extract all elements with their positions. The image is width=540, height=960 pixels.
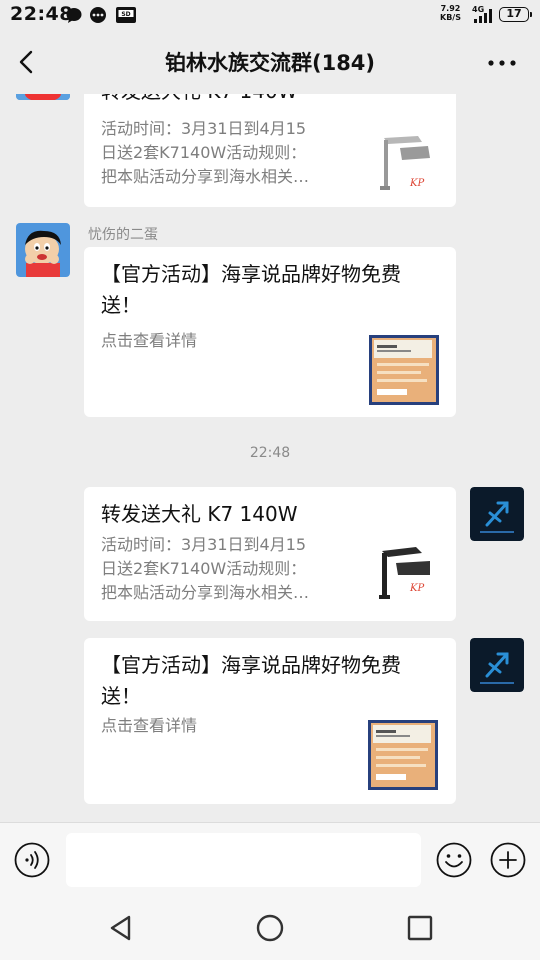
aquarium-light-image: KP [370,541,440,611]
page-title: 铂林水族交流群(184) [164,51,376,75]
card-desc-line: 点击查看详情 [101,716,198,735]
nav-back-button[interactable] [105,912,137,944]
card-thumbnail: KP [370,541,440,611]
sender-name: 忧伤的二蛋 [88,227,158,243]
nav-home-button[interactable] [254,912,286,944]
battery-level: 17 [506,7,522,20]
promo-poster-image [368,720,438,790]
promo-poster-image [369,335,439,405]
plus-icon [490,842,526,878]
card-title: 转发送大礼 K7 140W [101,502,298,526]
card-thumbnail [369,335,439,405]
brand-logo-text: KP [409,583,424,594]
link-card[interactable]: 转发送大礼 K7 140W 活动时间：3月31日到4月15 日送2套K7140W… [84,94,456,207]
avatar[interactable] [16,223,70,277]
card-title: 转发送大礼 K7 140W [101,94,436,107]
emoji-icon [436,842,472,878]
card-desc: 活动时间：3月31日到4月15 日送2套K7140W活动规则： 把本贴活动分享到… [101,533,309,605]
more-button[interactable] [482,46,522,80]
card-thumbnail: KP [370,128,440,198]
square-recents-icon [407,915,433,941]
card-desc: 活动时间：3月31日到4月15 日送2套K7140W活动规则： 把本贴活动分享到… [101,117,309,189]
card-title: 【官方活动】海享说品牌好物免费送！ [101,262,401,317]
status-time: 22:48 [10,3,73,25]
voice-button[interactable] [14,842,50,878]
card-desc-line: 活动时间：3月31日到4月15 [101,535,307,554]
avatar[interactable] [470,487,524,541]
card-desc-line: 把本贴活动分享到海水相关… [101,583,310,602]
network-speed-unit: KB/S [440,13,461,22]
message-input[interactable] [66,833,421,887]
sagittarius-avatar-icon [470,487,524,541]
more-dots-icon [488,60,516,66]
avatar[interactable] [16,94,70,100]
card-desc: 点击查看详情 [101,329,197,353]
sd-card-icon: SD [116,7,136,23]
card-desc: 点击查看详情 [101,714,197,738]
brand-logo-text: KP [409,178,424,189]
cartoon-avatar-icon [16,94,70,100]
voice-icon [14,842,50,878]
cartoon-avatar-icon [16,223,70,277]
sagittarius-avatar-icon [470,638,524,692]
message-dots-icon [90,7,106,23]
network-speed: 7.92 KB/S [440,4,461,22]
chat-header: 铂林水族交流群(184) [0,30,540,94]
link-card[interactable]: 【官方活动】海享说品牌好物免费送！ 点击查看详情 [84,638,456,804]
system-nav-bar [0,896,540,960]
aquarium-light-image: KP [370,128,440,198]
battery-icon: 17 [499,7,532,22]
message-timestamp: 22:48 [249,445,291,461]
card-desc-line: 日送2套K7140W活动规则： [101,559,307,578]
card-desc-line: 活动时间：3月31日到4月15 [101,119,307,138]
avatar[interactable] [470,638,524,692]
card-title: 【官方活动】海享说品牌好物免费送！ [101,653,401,708]
chat-bubble-icon [66,8,82,23]
link-card[interactable]: 转发送大礼 K7 140W 活动时间：3月31日到4月15 日送2套K7140W… [84,487,456,621]
emoji-button[interactable] [436,842,472,878]
link-card[interactable]: 【官方活动】海享说品牌好物免费送！ 点击查看详情 [84,247,456,417]
network-speed-value: 7.92 [440,4,461,13]
card-thumbnail [368,720,438,790]
circle-home-icon [256,914,284,942]
chat-messages[interactable]: 转发送大礼 K7 140W 活动时间：3月31日到4月15 日送2套K7140W… [0,94,540,822]
card-desc-line: 点击查看详情 [101,331,198,350]
signal-icon [474,9,492,23]
nav-recents-button[interactable] [404,912,436,944]
card-desc-line: 日送2套K7140W活动规则： [101,143,307,162]
status-bar: 22:48 SD 7.92 KB/S 4G 17 [0,0,540,30]
more-functions-button[interactable] [490,842,526,878]
input-bar [0,822,540,896]
sd-label: SD [121,11,130,18]
card-desc-line: 把本贴活动分享到海水相关… [101,167,310,186]
triangle-back-icon [110,915,131,941]
